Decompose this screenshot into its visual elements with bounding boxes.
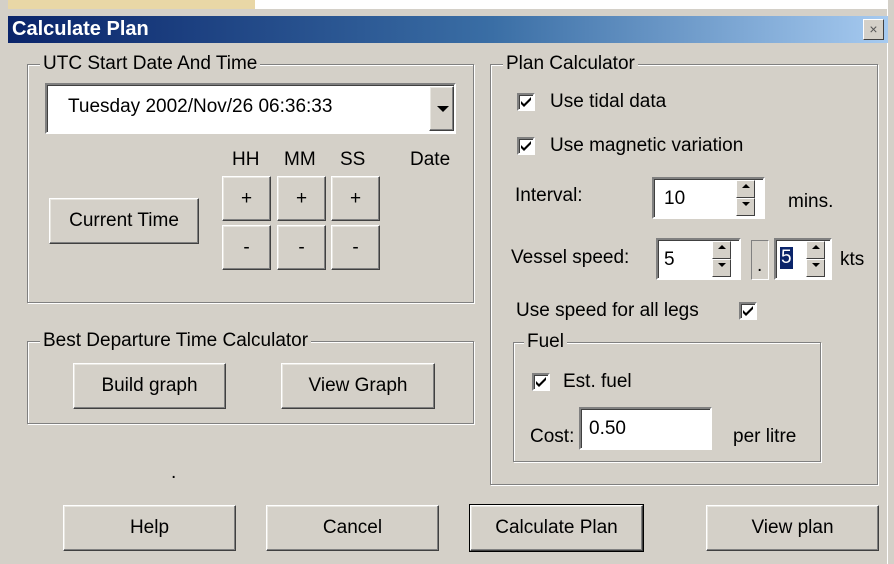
chevron-up-icon	[742, 184, 750, 188]
vessel-speed-whole-up-button[interactable]	[712, 241, 731, 259]
ss-minus-button[interactable]: -	[331, 225, 380, 270]
date-header: Date	[410, 149, 451, 170]
fuel-legend: Fuel	[524, 331, 567, 353]
stray-dot: .	[171, 462, 177, 483]
chevron-up-icon	[812, 245, 820, 249]
ss-header: SS	[340, 149, 366, 170]
vessel-speed-fraction-up-button[interactable]	[806, 241, 825, 259]
mm-plus-button[interactable]: +	[277, 176, 326, 221]
dialog-left-edge	[0, 0, 8, 564]
use-tidal-data-checkbox[interactable]	[517, 93, 535, 111]
ss-plus-button[interactable]: +	[331, 176, 380, 221]
use-speed-all-legs-checkbox[interactable]	[739, 302, 757, 320]
calculate-plan-button[interactable]: Calculate Plan	[469, 504, 644, 552]
datetime-value: Tuesday 2002/Nov/26 06:36:33	[68, 96, 333, 117]
chevron-down-icon	[742, 202, 750, 206]
datetime-combobox[interactable]: Tuesday 2002/Nov/26 06:36:33	[45, 83, 456, 134]
title-bar[interactable]: Calculate Plan ×	[8, 16, 888, 43]
close-button[interactable]: ×	[863, 19, 884, 40]
vessel-speed-unit: kts	[840, 249, 865, 270]
est-fuel-label: Est. fuel	[563, 371, 632, 392]
build-graph-button[interactable]: Build graph	[73, 363, 226, 409]
datetime-dropdown-button[interactable]	[429, 86, 454, 131]
hh-plus-button[interactable]: +	[222, 176, 271, 221]
cost-label: Cost:	[530, 426, 575, 447]
window-title: Calculate Plan	[12, 18, 149, 40]
cost-value: 0.50	[589, 418, 626, 439]
chevron-down-icon	[437, 106, 449, 112]
vessel-speed-fraction-spinner[interactable]	[806, 241, 825, 277]
checkmark-icon	[521, 141, 531, 151]
vessel-speed-fraction-value: 5	[780, 247, 793, 269]
help-button[interactable]: Help	[63, 505, 236, 551]
use-magnetic-variation-checkbox[interactable]	[517, 137, 535, 155]
plan-calculator-legend: Plan Calculator	[503, 53, 638, 75]
checkmark-icon	[536, 377, 546, 387]
checkmark-icon	[743, 306, 753, 316]
decimal-separator: .	[757, 255, 763, 276]
view-graph-button[interactable]: View Graph	[281, 363, 435, 409]
interval-spinner[interactable]	[736, 180, 755, 216]
interval-down-button[interactable]	[736, 198, 755, 216]
interval-up-button[interactable]	[736, 180, 755, 198]
checkmark-icon	[521, 97, 531, 107]
view-plan-button[interactable]: View plan	[706, 505, 879, 551]
chevron-down-icon	[812, 263, 820, 267]
use-magnetic-variation-label: Use magnetic variation	[550, 135, 744, 156]
best-departure-legend: Best Departure Time Calculator	[40, 330, 312, 352]
dialog-right-edge	[887, 0, 894, 564]
mm-minus-button[interactable]: -	[277, 225, 326, 270]
interval-label: Interval:	[515, 185, 583, 206]
vessel-speed-whole-down-button[interactable]	[712, 259, 731, 277]
vessel-speed-fraction-down-button[interactable]	[806, 259, 825, 277]
mm-header: MM	[284, 149, 316, 170]
cost-field[interactable]: 0.50	[579, 407, 712, 450]
cancel-button[interactable]: Cancel	[266, 505, 439, 551]
cost-unit: per litre	[733, 426, 797, 447]
selection-strip	[0, 0, 255, 9]
vessel-speed-whole-spinner[interactable]	[712, 241, 731, 277]
chevron-up-icon	[718, 245, 726, 249]
hh-minus-button[interactable]: -	[222, 225, 271, 270]
interval-value: 10	[664, 188, 686, 209]
vessel-speed-label: Vessel speed:	[511, 247, 630, 268]
decimal-separator-box: .	[751, 240, 769, 280]
interval-unit: mins.	[788, 191, 834, 212]
vessel-speed-whole-value: 5	[664, 249, 675, 270]
current-time-button[interactable]: Current Time	[49, 198, 199, 244]
chevron-down-icon	[718, 263, 726, 267]
utc-start-legend: UTC Start Date And Time	[40, 53, 261, 75]
hh-header: HH	[232, 149, 260, 170]
est-fuel-checkbox[interactable]	[532, 373, 550, 391]
calculate-plan-dialog: Calculate Plan × UTC Start Date And Time…	[0, 0, 894, 564]
use-speed-all-legs-label: Use speed for all legs	[516, 300, 699, 321]
top-strip	[0, 0, 894, 9]
use-tidal-data-label: Use tidal data	[550, 91, 667, 112]
